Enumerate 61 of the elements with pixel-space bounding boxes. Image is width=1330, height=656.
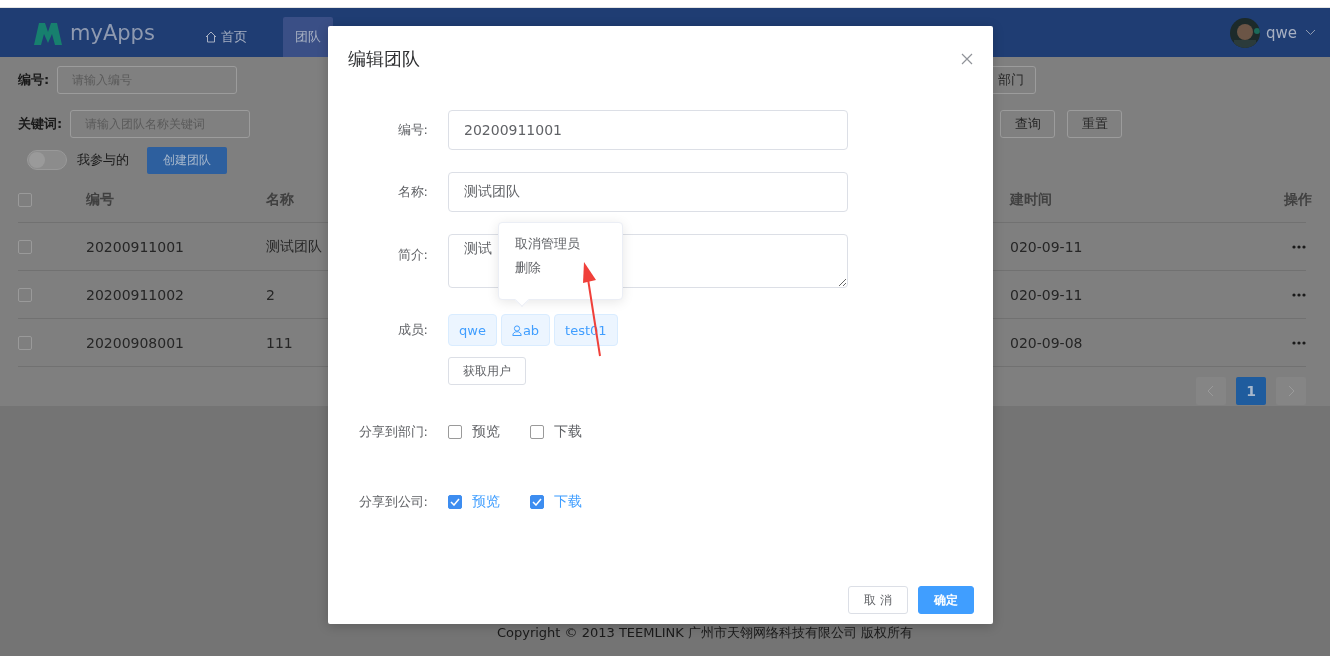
member-tag[interactable]: qwe: [448, 314, 497, 346]
column-header: 操作: [1284, 190, 1312, 209]
query-button[interactable]: 查询: [1000, 110, 1055, 138]
chevron-down-icon[interactable]: [1305, 29, 1316, 36]
menu-item[interactable]: 取消管理员: [515, 235, 622, 253]
field-label: 分享到部门:: [357, 423, 429, 441]
checkbox[interactable]: [530, 425, 544, 439]
member-tag[interactable]: ab: [500, 314, 551, 346]
field-label: 简介:: [396, 246, 429, 264]
share-option[interactable]: 下载: [530, 493, 582, 511]
column-header: 建时间: [1010, 190, 1052, 209]
table-cell: 020-09-11: [1010, 238, 1083, 255]
more-icon[interactable]: [1292, 292, 1306, 297]
toggle-switch[interactable]: [27, 150, 67, 170]
field-label: 名称:: [396, 183, 429, 201]
user-name[interactable]: qwe: [1265, 23, 1297, 42]
table-cell: 020-09-11: [1010, 286, 1083, 303]
table-cell: 020-09-08: [1010, 334, 1083, 351]
table-cell: 20200908001: [86, 334, 184, 351]
row-checkbox[interactable]: [18, 239, 32, 254]
table-cell: 20200911002: [86, 286, 184, 303]
field-label: 编号:: [396, 121, 429, 139]
nav-tab[interactable]: 首页: [192, 17, 259, 57]
field-label: 关键词:: [18, 115, 63, 133]
create-team-button[interactable]: 创建团队: [147, 146, 227, 174]
cancel-button[interactable]: 取 消: [848, 586, 908, 614]
close-icon[interactable]: [961, 53, 973, 65]
field-label: 成员:: [396, 321, 429, 339]
table-cell: 111: [266, 334, 293, 351]
field-label: 编号:: [18, 71, 50, 89]
more-icon[interactable]: [1292, 340, 1306, 345]
dialog-title: 编辑团队: [348, 47, 420, 71]
more-icon[interactable]: [1292, 244, 1306, 249]
row-checkbox[interactable]: [18, 287, 32, 302]
share-option[interactable]: 预览: [448, 423, 500, 441]
share-option[interactable]: 预览: [448, 493, 500, 511]
share-option[interactable]: 下载: [530, 423, 582, 441]
number-input[interactable]: 20200911001: [448, 110, 848, 150]
logo-icon: [32, 20, 64, 45]
row-checkbox[interactable]: [18, 335, 32, 350]
copyright-text: Copyright © 2013 TEEMLINK 广州市天翎网络科技有限公司 版权所有: [495, 624, 914, 642]
checkbox[interactable]: [448, 495, 462, 509]
nav-tab[interactable]: 团队: [282, 17, 333, 57]
table-cell: 20200911001: [86, 238, 184, 255]
home-icon: [204, 31, 217, 43]
menu-item[interactable]: 删除: [515, 259, 622, 277]
checkbox[interactable]: [448, 425, 462, 439]
checkbox[interactable]: [530, 495, 544, 509]
fetch-users-button[interactable]: 获取用户: [448, 357, 526, 385]
reset-button[interactable]: 重置: [1067, 110, 1122, 138]
table-cell: 测试团队: [266, 237, 322, 256]
column-header: 编号: [86, 190, 114, 209]
confirm-button[interactable]: 确定: [918, 586, 974, 614]
name-input[interactable]: 测试团队: [448, 172, 848, 212]
field-label: 分享到公司:: [357, 493, 429, 511]
logo-text: myApps: [70, 20, 155, 45]
select-all-checkbox[interactable]: [18, 192, 32, 207]
page-button[interactable]: 1: [1236, 377, 1266, 405]
toggle-label: 我参与的: [77, 151, 129, 169]
table-cell: 2: [266, 286, 275, 303]
column-header: 名称: [266, 190, 294, 209]
